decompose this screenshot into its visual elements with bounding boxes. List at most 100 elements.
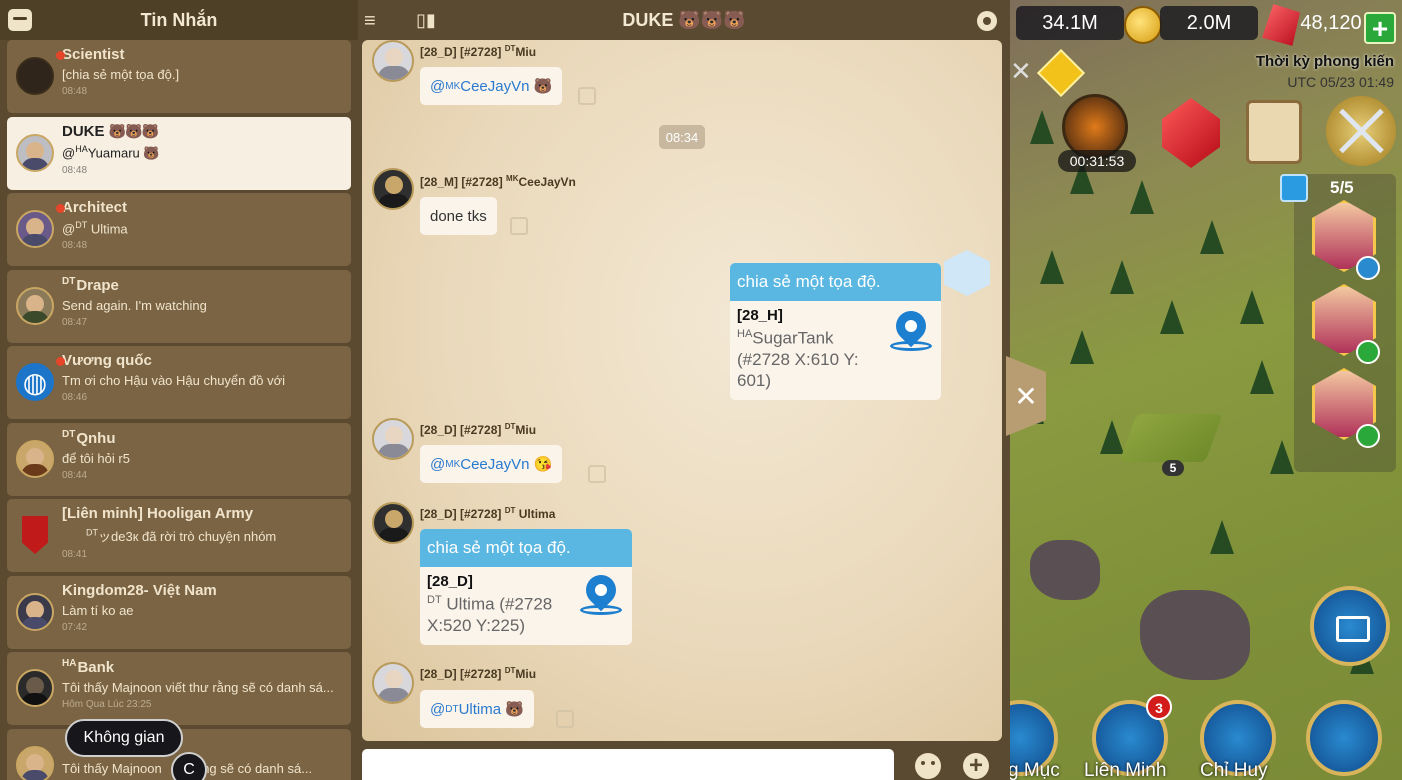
chat-time: Hôm Qua Lúc 23:25 [62, 699, 152, 710]
utc-time: UTC 05/23 01:49 [1287, 74, 1394, 90]
chat-preview: Tôi thấy Majnoon viết thư rằng sẽ có dan… [62, 680, 334, 695]
translate-icon[interactable] [588, 465, 606, 483]
timestamp: 08:34 [659, 125, 705, 149]
nav-label: Liên Minh [1084, 760, 1167, 780]
chat-item-drape[interactable]: DTDrape Send again. I'm watching 08:47 [7, 269, 351, 343]
avatar [372, 40, 414, 82]
buy-gems-button[interactable]: + [1364, 12, 1396, 44]
alliance-banner-icon [16, 516, 54, 554]
chat-item-kingdom[interactable]: ◍ Vương quốc Tm ơi cho Hậu vào Hậu chuyể… [7, 346, 351, 419]
avatar [16, 57, 54, 95]
mention-bubble[interactable]: @ DT Ultima 🐻 [420, 690, 534, 728]
message-area[interactable]: [28_D] [#2728] DTMiu @ MK CeeJayVn 🐻 08:34… [362, 40, 1002, 741]
chat-item-architect[interactable]: Architect @DT Ultima 08:48 [7, 193, 351, 266]
chat-item-scientist[interactable]: Scientist [chia sẻ một tọa độ.] 08:48 [7, 40, 351, 113]
unread-dot [56, 204, 65, 213]
gem-amount: 48,120 [1300, 11, 1362, 34]
tree [1240, 290, 1264, 324]
map-pin-base [890, 341, 932, 351]
avatar [16, 286, 54, 325]
menu-button[interactable] [1306, 700, 1382, 776]
quest-scroll-icon[interactable] [1246, 100, 1302, 164]
chat-list-header: Tin Nhắn [0, 0, 358, 40]
chat-time: 08:44 [62, 469, 88, 481]
unread-dot [56, 51, 65, 60]
location-share-header: chia sẻ một tọa độ. [420, 529, 632, 567]
message-sender: [28_M] [#2728] MKCeeJayVn [420, 174, 576, 189]
ruby-offer-icon[interactable] [1162, 98, 1220, 168]
stone-amount: 34.1M [1016, 6, 1124, 40]
chat-time: 08:47 [62, 316, 88, 328]
map-pin-base [580, 605, 622, 615]
event-diamond-icon[interactable] [1036, 48, 1086, 98]
pickaxe-badge [1356, 424, 1380, 448]
crossed-swords-icon[interactable] [1326, 96, 1396, 166]
chat-name: DUKE 🐻🐻🐻 [62, 122, 159, 140]
conversation-header: ≡ ▯▮ DUKE 🐻🐻🐻 [358, 0, 1010, 40]
location-share-body: [28_D] DT Ultima (#2728 X:520 Y:225) [420, 567, 632, 642]
conversation-title: DUKE 🐻🐻🐻 [622, 10, 746, 30]
chat-time: 08:41 [62, 549, 88, 560]
location-share-card[interactable]: chia sẻ một tọa độ. [28_H] HASugarTank (… [730, 263, 941, 400]
location-coords: (#2728 X:610 Y: 601) [737, 349, 859, 390]
expand-icon[interactable] [1280, 174, 1308, 202]
emoji-icon[interactable] [915, 753, 941, 779]
conversation-panel: ≡ ▯▮ DUKE 🐻🐻🐻 [28_D] [#2728] DTMiu @ MK Ce… [358, 0, 1010, 780]
close-icon[interactable]: ✕ [1010, 56, 1032, 87]
message-sender: [28_D] [#2728] DTMiu [420, 666, 537, 681]
chat-bubble-icon[interactable] [8, 9, 32, 31]
pickaxe-badge [1356, 340, 1380, 364]
tree [1270, 440, 1294, 474]
tooltip-key: C [171, 752, 207, 780]
chat-item-alliance[interactable]: [Liên minh] Hooligan Army DTッde3к đã rời… [7, 499, 351, 572]
translate-icon[interactable] [578, 87, 596, 105]
translate-icon[interactable] [556, 710, 574, 728]
mail-icon[interactable] [1310, 586, 1390, 666]
field-level: 5 [1162, 460, 1184, 476]
chat-item-duke[interactable]: DUKE 🐻🐻🐻 @HAYuamaru 🐻 08:48 [7, 116, 351, 190]
tree [1250, 360, 1274, 394]
tree [1040, 250, 1064, 284]
chat-preview: để tôi hỏi r5 [62, 450, 130, 466]
message-sender: [28_D] [#2728] DT Ultima [420, 506, 556, 521]
settings-gear-icon[interactable] [977, 11, 997, 31]
avatar [372, 662, 414, 704]
translate-icon[interactable] [510, 217, 528, 235]
message-sender: [28_D] [#2728] DTMiu [420, 422, 537, 437]
location-name: DT Ultima (#2728 [427, 594, 553, 614]
tree [1160, 300, 1184, 334]
avatar [16, 439, 54, 478]
avatar [16, 210, 54, 248]
avatar [16, 745, 54, 780]
commanders-count: 5/5 [1330, 178, 1354, 197]
chat-preview: Tm ơi cho Hậu vào Hậu chuyển đồ với [62, 373, 285, 388]
location-share-header: chia sẻ một tọa độ. [730, 263, 941, 301]
tree [1100, 420, 1124, 454]
status-badge [1356, 256, 1380, 280]
chat-name: Kingdom28- Việt Nam [62, 581, 217, 599]
message-bubble[interactable]: done tks [420, 197, 497, 235]
chat-name: DTQnhu [62, 428, 116, 447]
chat-time: 08:48 [62, 240, 88, 252]
location-share-card[interactable]: chia sẻ một tọa độ. [28_D] DT Ultima (#2… [420, 529, 632, 645]
message-input[interactable] [362, 749, 894, 780]
chat-item-bank[interactable]: HABank Tôi thấy Majnoon viết thư rằng sẽ… [7, 652, 351, 725]
nav-label: g Mục [1010, 760, 1060, 780]
chat-list-panel: Tin Nhắn Scientist [chia sẻ một tọa độ.]… [0, 0, 358, 780]
chat-preview: @DT Ultima [62, 220, 128, 237]
rock [1140, 590, 1250, 680]
avatar [16, 669, 54, 707]
gem-icon [1262, 4, 1300, 46]
chat-name: HABank [62, 658, 115, 676]
mention-bubble[interactable]: @ MK CeeJayVn 🐻 [420, 67, 563, 105]
mention-bubble[interactable]: @ MK CeeJayVn 😘 [420, 445, 563, 483]
resource-field[interactable] [1119, 414, 1223, 462]
chat-item-kingdom28[interactable]: Kingdom28- Việt Nam Làm tí ko ae 07:42 [7, 575, 351, 649]
chat-item-qnhu[interactable]: DTQnhu để tôi hỏi r5 08:44 [7, 422, 351, 496]
attach-plus-icon[interactable]: + [963, 753, 989, 779]
chat-name: [Liên minh] Hooligan Army [62, 505, 254, 522]
tree [1030, 110, 1054, 144]
game-map-view[interactable]: 34.1M 2.0M 48,120 + ✕ Thời kỳ phong kiến… [1010, 0, 1402, 780]
era-label: Thời kỳ phong kiến [1255, 53, 1394, 70]
chat-name: Architect [62, 199, 128, 216]
